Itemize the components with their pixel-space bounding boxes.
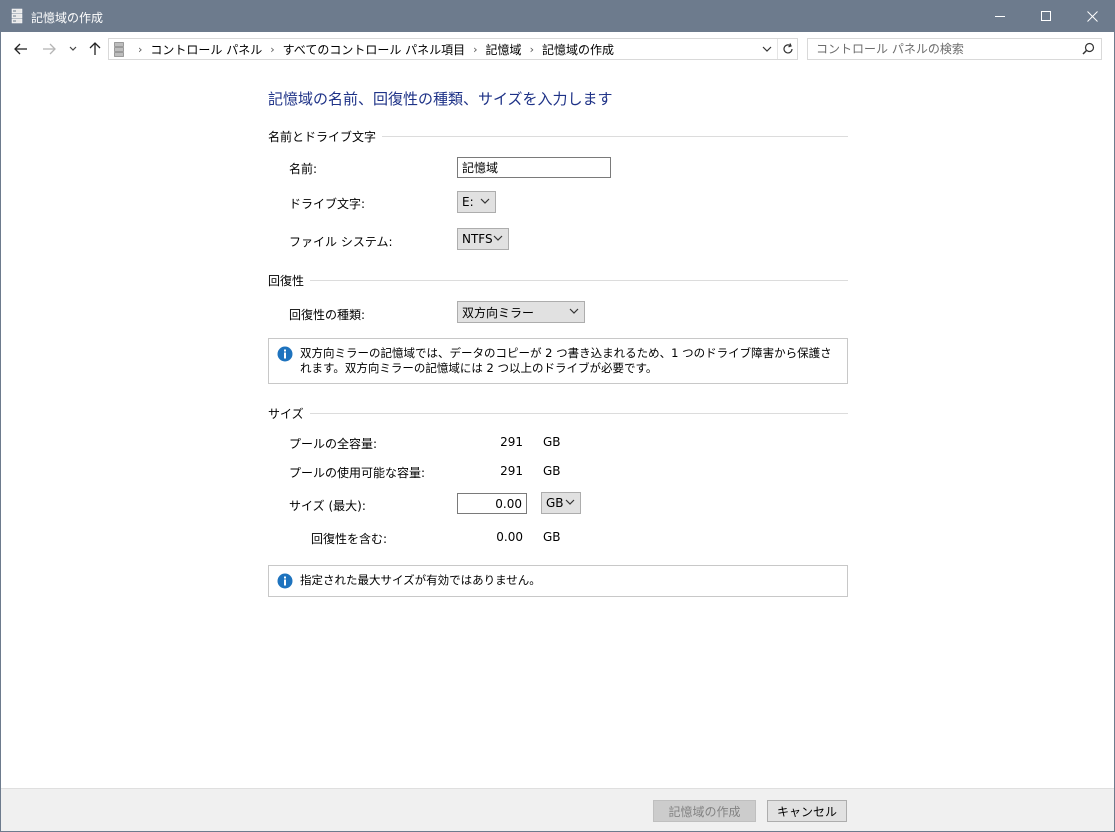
storage-spaces-icon	[11, 8, 23, 24]
page-title: 記憶域の名前、回復性の種類、サイズを入力します	[268, 90, 613, 108]
drive-letter-select[interactable]: E:	[457, 191, 496, 213]
info-icon	[277, 346, 293, 362]
name-drive-section-header: 名前とドライブ文字	[268, 128, 848, 145]
max-size-label: サイズ (最大):	[289, 499, 366, 513]
address-bar[interactable]: › コントロール パネル › すべてのコントロール パネル項目 › 記憶域 › …	[108, 38, 798, 60]
section-divider	[268, 413, 848, 414]
resiliency-type-label: 回復性の種類:	[289, 308, 366, 322]
breadcrumb-separator-icon: ›	[473, 42, 478, 56]
resiliency-info-text: 双方向ミラーの記憶域では、データのコピーが 2 つ書き込まれるため、1 つのドラ…	[300, 346, 832, 375]
back-button[interactable]	[13, 39, 29, 59]
pool-total-capacity-value: 291	[500, 435, 523, 449]
info-icon	[277, 573, 293, 589]
file-system-value: NTFS	[462, 232, 493, 246]
up-arrow-icon	[89, 42, 101, 55]
footer-bar: 記憶域の作成 キャンセル	[1, 788, 1114, 831]
breadcrumb-separator-icon: ›	[138, 42, 143, 56]
name-label: 名前:	[289, 162, 318, 176]
refresh-button[interactable]	[777, 39, 797, 59]
resiliency-section-header: 回復性	[268, 272, 848, 289]
breadcrumb-control-panel[interactable]: コントロール パネル	[150, 41, 262, 58]
drive-letter-value: E:	[462, 195, 474, 209]
pool-total-capacity-label: プールの全容量:	[289, 437, 378, 451]
chevron-down-icon	[569, 308, 579, 314]
pool-available-capacity-unit: GB	[543, 464, 561, 478]
chevron-down-icon	[565, 499, 575, 505]
create-storage-space-window: 記憶域の作成 › コントロール パネル › すべてのコントロール パネル項目 ›…	[0, 0, 1115, 832]
maximize-button[interactable]	[1023, 1, 1069, 32]
title-bar: 記憶域の作成	[1, 1, 1114, 32]
section-title: 名前とドライブ文字	[268, 128, 383, 145]
drive-letter-label: ドライブ文字:	[289, 197, 366, 211]
close-button[interactable]	[1069, 1, 1115, 32]
address-dropdown-button[interactable]	[757, 39, 777, 59]
breadcrumb-separator-icon: ›	[529, 42, 534, 56]
including-resiliency-value: 0.00	[496, 530, 523, 544]
up-button[interactable]	[87, 39, 103, 59]
recent-locations-button[interactable]	[67, 39, 79, 59]
chevron-down-icon	[480, 198, 490, 204]
forward-button[interactable]	[41, 39, 57, 59]
size-section-header: サイズ	[268, 405, 848, 422]
refresh-icon	[782, 43, 793, 54]
including-resiliency-label: 回復性を含む:	[311, 532, 388, 546]
back-arrow-icon	[14, 43, 27, 55]
create-storage-space-button[interactable]: 記憶域の作成	[653, 800, 756, 822]
resiliency-type-select[interactable]: 双方向ミラー	[457, 301, 585, 323]
chevron-down-icon	[493, 235, 503, 241]
max-size-input[interactable]	[457, 493, 527, 514]
name-input[interactable]	[457, 157, 611, 178]
including-resiliency-unit: GB	[543, 530, 561, 544]
forward-arrow-icon	[43, 43, 56, 55]
cancel-button[interactable]: キャンセル	[767, 800, 847, 822]
breadcrumb-separator-icon: ›	[270, 42, 275, 56]
maximize-icon	[1040, 11, 1051, 21]
breadcrumb: › コントロール パネル › すべてのコントロール パネル項目 › 記憶域 › …	[130, 41, 614, 58]
search-box	[807, 38, 1102, 60]
pool-available-capacity-value: 291	[500, 464, 523, 478]
size-unit-value: GB	[546, 496, 564, 510]
navigation-bar: › コントロール パネル › すべてのコントロール パネル項目 › 記憶域 › …	[1, 32, 1114, 66]
size-warning-box: 指定された最大サイズが有効ではありません。	[268, 565, 848, 597]
breadcrumb-create-storage[interactable]: 記憶域の作成	[542, 41, 614, 58]
chevron-down-icon	[69, 46, 77, 51]
close-icon	[1086, 11, 1098, 22]
control-panel-icon	[114, 41, 124, 57]
file-system-label: ファイル システム:	[289, 235, 393, 249]
resiliency-type-value: 双方向ミラー	[462, 305, 535, 320]
breadcrumb-storage-spaces[interactable]: 記憶域	[486, 41, 522, 58]
search-icon[interactable]	[1082, 42, 1095, 55]
file-system-select[interactable]: NTFS	[457, 228, 509, 250]
resiliency-info-box: 双方向ミラーの記憶域では、データのコピーが 2 つ書き込まれるため、1 つのドラ…	[268, 338, 848, 384]
chevron-down-icon	[762, 46, 772, 52]
section-title: サイズ	[268, 405, 310, 422]
size-warning-text: 指定された最大サイズが有効ではありません。	[300, 573, 541, 587]
search-input[interactable]	[808, 39, 1078, 59]
minimize-icon	[994, 16, 1005, 17]
pool-total-capacity-unit: GB	[543, 435, 561, 449]
minimize-button[interactable]	[977, 1, 1023, 32]
pool-available-capacity-label: プールの使用可能な容量:	[289, 466, 426, 480]
breadcrumb-all-items[interactable]: すべてのコントロール パネル項目	[283, 41, 466, 58]
window-title: 記憶域の作成	[31, 11, 104, 25]
section-divider	[268, 280, 848, 281]
section-title: 回復性	[268, 272, 311, 289]
size-unit-select[interactable]: GB	[541, 492, 581, 514]
